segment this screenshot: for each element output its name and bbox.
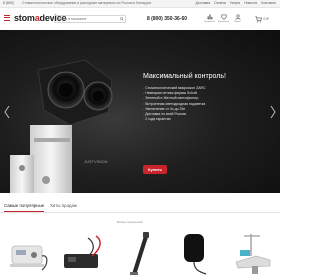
site-header: stomadevice 8 (800) 350-36-60 Сравнение … xyxy=(0,8,280,30)
hero-slider: JUSTVISION Максимальный контроль! Стомат… xyxy=(0,30,280,193)
tab-bestsellers[interactable]: Хиты продаж xyxy=(50,203,77,208)
hero-buy-button[interactable]: Купить xyxy=(143,165,167,174)
compare-button[interactable]: Сравнение xyxy=(203,14,216,24)
dental-unit-icon xyxy=(64,235,101,268)
product-card[interactable] xyxy=(58,218,108,280)
search-icon[interactable] xyxy=(120,17,124,21)
topbar-link-contacts[interactable]: Контакты xyxy=(261,1,276,5)
cart-button[interactable]: 0 ₽ xyxy=(255,14,277,24)
microscope-brand-text: JUSTVISION xyxy=(84,159,108,164)
compare-icon xyxy=(207,14,212,20)
product-card[interactable] xyxy=(170,218,220,280)
topbar-description: Стоматологическое оборудование и расходн… xyxy=(22,1,152,5)
hero-feature-list: Стоматологический микроскоп ZARC Немецка… xyxy=(143,86,206,122)
product-carousel: Выбор покупателей xyxy=(0,218,280,280)
microscope-image: JUSTVISION xyxy=(10,59,113,193)
login-button[interactable]: Войти xyxy=(233,14,242,24)
slider-next-arrow-icon[interactable] xyxy=(269,105,277,119)
compare-label: Сравнение xyxy=(203,20,216,23)
user-icon xyxy=(235,14,240,20)
xray-sensor-icon xyxy=(184,234,207,275)
login-label: Войти xyxy=(234,20,241,23)
topbar-link-news[interactable]: Новости xyxy=(244,1,257,5)
favorites-label: Избранное xyxy=(217,20,230,23)
hero-feature-item: 2 года гарантии xyxy=(143,117,206,122)
search-box xyxy=(54,15,126,23)
topbar-link-delivery[interactable]: Доставка xyxy=(196,1,211,5)
product-badge: Выбор покупателей xyxy=(117,220,143,224)
topbar-link-payment[interactable]: Оплата xyxy=(214,1,226,5)
tab-popular[interactable]: Самые популярные xyxy=(4,203,45,212)
header-phone[interactable]: 8 (800) 350-36-60 xyxy=(147,16,187,22)
dental-chair-icon xyxy=(235,234,271,274)
product-card[interactable] xyxy=(2,218,52,280)
search-input[interactable] xyxy=(57,16,117,22)
product-card[interactable]: Выбор покупателей xyxy=(114,218,164,280)
logo-text-main: stom xyxy=(14,13,35,23)
favorites-button[interactable]: Избранное xyxy=(217,14,230,24)
cart-total: 0 ₽ xyxy=(263,17,269,21)
topbar-link-services[interactable]: Услуги xyxy=(230,1,240,5)
product-card[interactable] xyxy=(226,218,276,280)
cart-icon xyxy=(255,15,262,22)
menu-icon[interactable] xyxy=(4,15,10,21)
product-tabs: Самые популярные Хиты продаж xyxy=(0,199,280,213)
header-actions: Сравнение Избранное Войти xyxy=(203,14,242,24)
heart-icon xyxy=(220,14,227,20)
hero-feature-item: Зеленый и Желтый светофильтр xyxy=(143,96,206,101)
dental-handpiece-icon xyxy=(10,245,48,271)
topbar-phone[interactable]: 8 (800) xyxy=(3,1,14,5)
curing-light-icon xyxy=(130,232,149,275)
topbar-links: Доставка Оплата Услуги Новости Контакты xyxy=(196,1,276,5)
hero-title: Максимальный контроль! xyxy=(143,73,226,80)
top-info-bar: 8 (800) Стоматологическое оборудование и… xyxy=(0,0,280,8)
